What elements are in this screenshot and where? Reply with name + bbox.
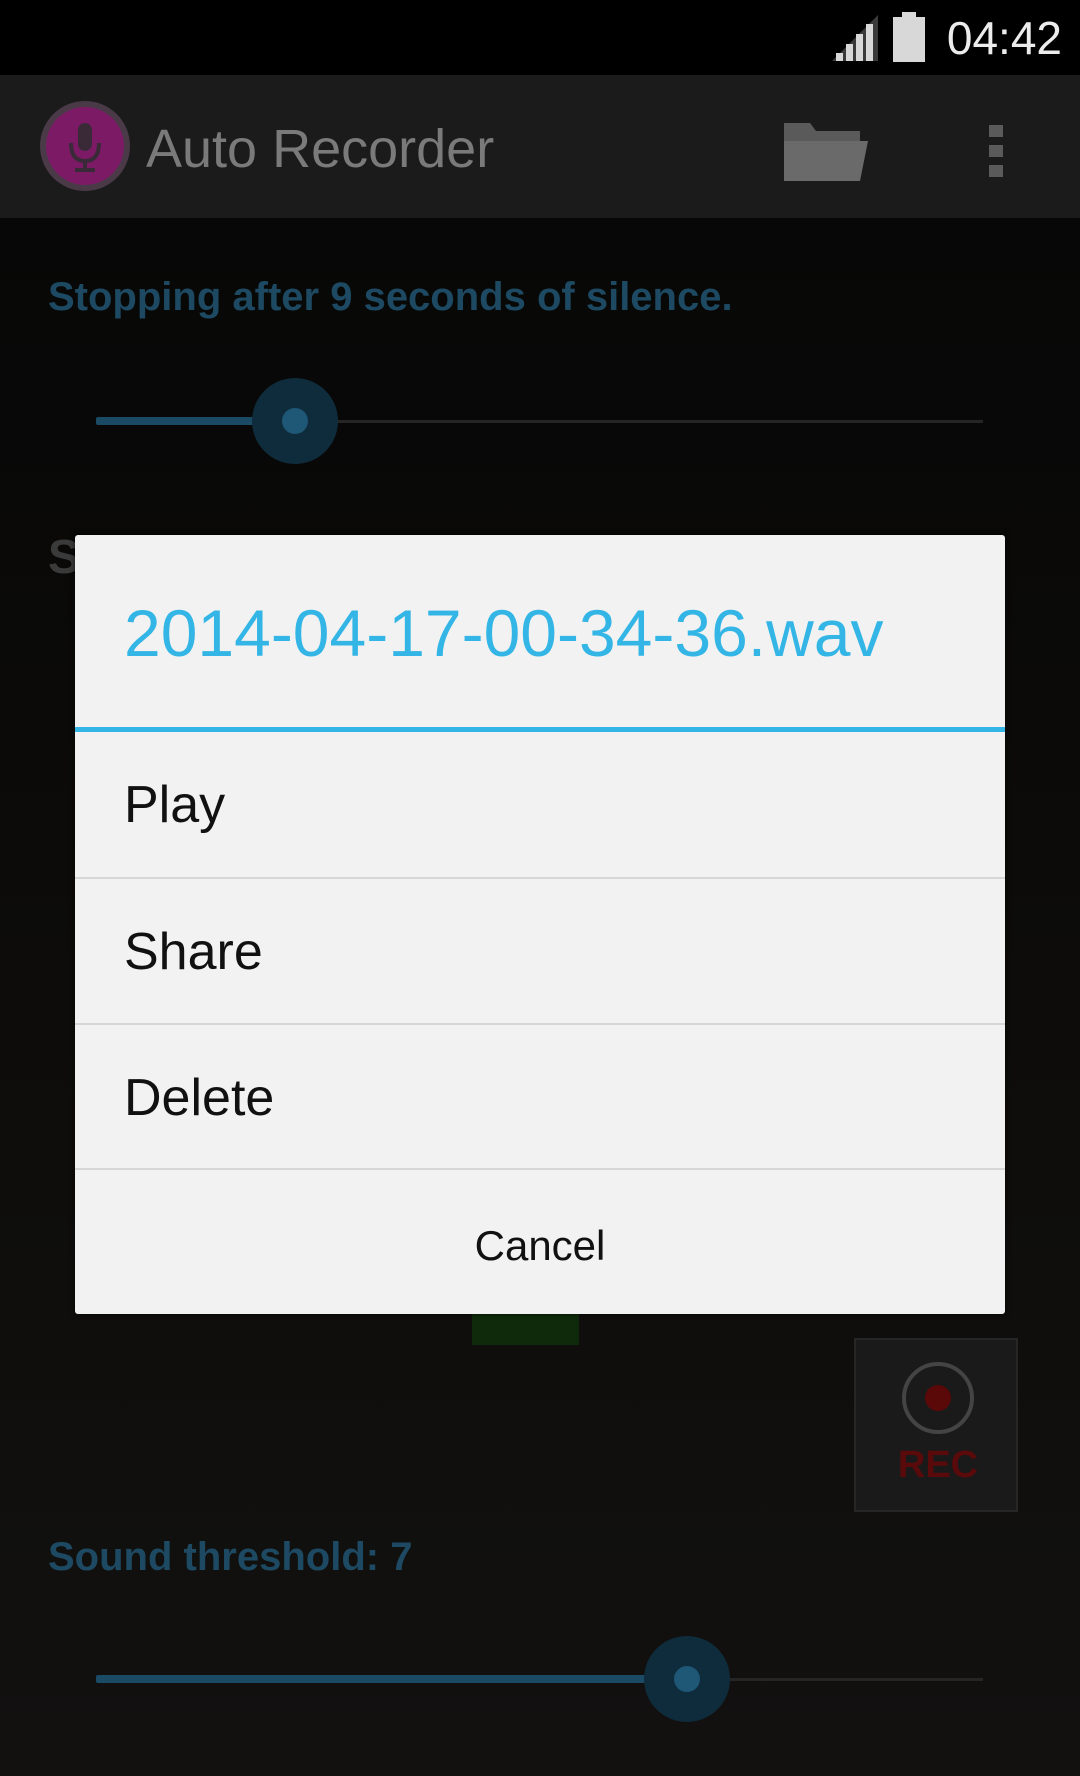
level-meter-bar [472,1313,579,1345]
cancel-button[interactable]: Cancel [75,1170,1005,1314]
menu-item-share[interactable]: Share [75,879,1005,1024]
folder-icon [784,123,868,181]
open-folder-button[interactable] [776,111,876,191]
record-label: REC [897,1444,979,1486]
status-time: 04:42 [946,12,1062,64]
seekbar-thumb[interactable] [644,1636,730,1722]
action-bar: Auto Recorder [0,75,1080,218]
microphone-icon [40,101,130,191]
cancel-label: Cancel [474,1222,606,1269]
signal-icon [832,15,878,61]
menu-item-label: Play [124,776,226,834]
overflow-menu-button[interactable] [976,111,1016,191]
status-bar: 04:42 [0,0,1080,75]
record-button[interactable]: REC [854,1338,1018,1512]
battery-icon [893,12,925,62]
menu-item-label: Delete [124,1069,275,1127]
menu-item-label: Share [124,923,263,981]
seekbar-progress [96,1675,686,1683]
menu-item-delete[interactable]: Delete [75,1025,1005,1170]
silence-duration-label: Stopping after 9 seconds of silence. [48,275,733,319]
sound-threshold-label: Sound threshold: 7 [48,1535,413,1579]
menu-item-play[interactable]: Play [75,732,1005,877]
dialog-title: 2014-04-17-00-34-36.wav [124,596,884,670]
record-icon [902,1362,974,1434]
app-title: Auto Recorder [146,119,495,179]
overflow-menu-icon [989,125,1003,177]
seekbar-thumb[interactable] [252,378,338,464]
file-options-dialog: 2014-04-17-00-34-36.wav Play Share Delet… [75,535,1005,1314]
